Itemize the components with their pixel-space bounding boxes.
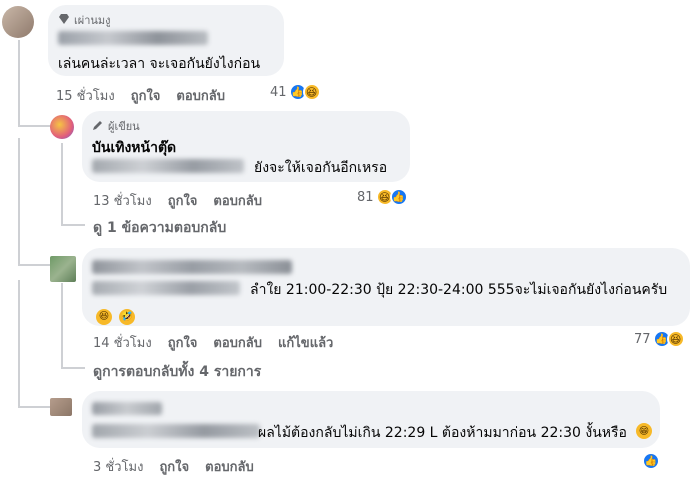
- reply-button[interactable]: ตอบกลับ: [213, 190, 262, 211]
- thread-line: [18, 138, 20, 264]
- blurred-mention: [92, 159, 244, 173]
- like-reaction-icon: 👍: [389, 188, 408, 206]
- thread-line: [18, 280, 20, 406]
- avatar[interactable]: [2, 6, 34, 38]
- comment-text: ยังจะให้เจอกันอีกเหรอ: [254, 160, 388, 176]
- grinning-emoji-icon: 😁: [636, 423, 652, 439]
- reaction-count: 41: [270, 84, 287, 100]
- thread-line: [61, 143, 63, 225]
- haha-reaction-icon: 😆: [302, 83, 321, 101]
- reply-button[interactable]: ตอบกลับ: [176, 85, 225, 106]
- reply-button[interactable]: ตอบกลับ: [213, 332, 262, 353]
- laughing-emoji-icon: 😆: [96, 308, 112, 325]
- blurred-author-name: [92, 260, 292, 274]
- thread-line: [61, 224, 85, 226]
- comment-bubble: ลำใย 21:00-22:30 ปุ้ย 22:30-24:00 555จะไ…: [82, 248, 690, 326]
- like-button[interactable]: ถูกใจ: [168, 332, 198, 353]
- reaction-summary[interactable]: 41 👍 😆: [270, 83, 321, 101]
- blurred-mention: [92, 281, 240, 295]
- comment-text: ผลไม้ต้องกลับไม่เกิน 22:29 L ต้องห้ามมาก…: [258, 425, 627, 441]
- view-replies-link[interactable]: ดูการตอบกลับทั้ง 4 รายการ: [93, 361, 261, 383]
- comment-actions: 15 ชั่วโมง ถูกใจ ตอบกลับ: [56, 85, 225, 106]
- reaction-count: 81: [357, 189, 374, 205]
- comment-bubble: เผ่านมงู เล่นคนล่ะเวลา จะเจอกันยังไงก่อน: [48, 5, 284, 76]
- fan-badge: เผ่านมงู: [58, 11, 111, 29]
- blurred-author-name: [58, 31, 208, 45]
- reaction-summary[interactable]: 👍: [642, 452, 660, 470]
- avatar[interactable]: [50, 398, 72, 416]
- thread-line: [61, 283, 63, 367]
- like-button[interactable]: ถูกใจ: [131, 85, 161, 106]
- timestamp[interactable]: 13 ชั่วโมง: [93, 190, 152, 211]
- thread-line: [61, 367, 85, 369]
- comment-text: เล่นคนล่ะเวลา จะเจอกันยังไงก่อน: [58, 56, 261, 72]
- thread-line: [18, 264, 52, 266]
- avatar[interactable]: [50, 256, 76, 282]
- timestamp[interactable]: 15 ชั่วโมง: [56, 85, 115, 106]
- reply-button[interactable]: ตอบกลับ: [205, 456, 254, 477]
- badge-label: เผ่านมงู: [74, 14, 111, 27]
- badge-label: ผู้เขียน: [108, 120, 140, 133]
- blurred-mention: [92, 424, 260, 438]
- comment-actions: 3 ชั่วโมง ถูกใจ ตอบกลับ: [93, 456, 254, 477]
- author-badge: ผู้เขียน: [92, 117, 140, 135]
- diamond-icon: [58, 13, 70, 28]
- reaction-summary[interactable]: 81 😆 👍: [357, 188, 408, 206]
- reaction-count: 77: [634, 331, 651, 347]
- like-button[interactable]: ถูกใจ: [168, 190, 198, 211]
- rofl-emoji-icon: 🤣: [119, 308, 136, 325]
- timestamp[interactable]: 14 ชั่วโมง: [93, 332, 152, 353]
- edited-label: แก้ไขแล้ว: [278, 336, 334, 351]
- emoji-row: 😆 🤣: [94, 301, 136, 325]
- thread-line: [18, 40, 20, 125]
- pencil-icon: [92, 119, 104, 134]
- view-replies-link[interactable]: ดู 1 ข้อความตอบกลับ: [93, 217, 226, 239]
- blurred-author-name: [92, 402, 162, 415]
- reaction-summary[interactable]: 77 👍 😆: [634, 330, 685, 348]
- avatar[interactable]: [50, 115, 74, 139]
- comment-actions: 14 ชั่วโมง ถูกใจ ตอบกลับ แก้ไขแล้ว: [93, 332, 333, 353]
- thread-line: [18, 406, 52, 408]
- author-name[interactable]: บันเทิงหน้าตุ๊ด: [92, 137, 176, 159]
- haha-reaction-icon: 😆: [666, 330, 685, 348]
- comment-bubble: ผู้เขียน บันเทิงหน้าตุ๊ด ยังจะให้เจอกันอ…: [82, 111, 410, 182]
- like-button[interactable]: ถูกใจ: [159, 456, 189, 477]
- timestamp[interactable]: 3 ชั่วโมง: [93, 456, 143, 477]
- comment-bubble: ผลไม้ต้องกลับไม่เกิน 22:29 L ต้องห้ามมาก…: [82, 391, 660, 448]
- comment-actions: 13 ชั่วโมง ถูกใจ ตอบกลับ: [93, 190, 262, 211]
- like-reaction-icon: 👍: [642, 452, 660, 470]
- thread-line: [18, 125, 52, 127]
- comment-text: ลำใย 21:00-22:30 ปุ้ย 22:30-24:00 555จะไ…: [250, 282, 668, 298]
